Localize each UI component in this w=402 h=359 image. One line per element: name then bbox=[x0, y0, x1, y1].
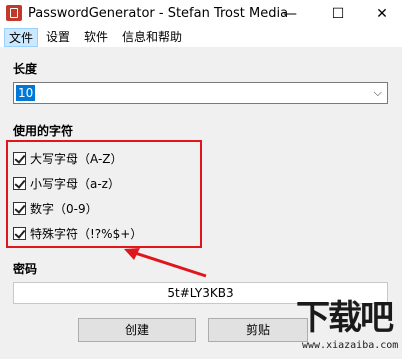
characters-label: 使用的字符 bbox=[13, 124, 74, 138]
watermark-main: 下载吧 bbox=[296, 298, 394, 338]
checkbox-label: 大写字母（A-Z） bbox=[30, 151, 123, 166]
password-label: 密码 bbox=[13, 262, 38, 276]
red-arrow-icon bbox=[124, 248, 207, 278]
checkbox-uppercase[interactable]: 大写字母（A-Z） bbox=[13, 149, 123, 167]
checkbox-label: 数字（0-9） bbox=[30, 201, 98, 216]
menu-settings[interactable]: 设置 bbox=[42, 28, 74, 47]
title-bar: PasswordGenerator - Stefan Trost Media —… bbox=[0, 0, 402, 28]
checkbox-checked-icon[interactable] bbox=[13, 201, 26, 215]
app-icon bbox=[6, 5, 22, 21]
menu-software[interactable]: 软件 bbox=[80, 28, 112, 47]
watermark-logo: 下载吧 www.xiazaiba.com bbox=[296, 298, 402, 359]
length-value: 10 bbox=[16, 85, 36, 101]
maximize-button[interactable]: ☐ bbox=[318, 0, 358, 28]
checkbox-checked-icon[interactable] bbox=[13, 176, 26, 190]
checkbox-checked-icon[interactable] bbox=[13, 226, 26, 240]
checkbox-lowercase[interactable]: 小写字母（a-z） bbox=[13, 174, 120, 192]
chevron-down-icon[interactable]: ⌵ bbox=[374, 86, 382, 100]
length-dropdown[interactable]: 10 ⌵ bbox=[13, 82, 388, 104]
menu-file[interactable]: 文件 bbox=[4, 28, 39, 47]
menu-info-help[interactable]: 信息和帮助 bbox=[118, 28, 186, 47]
create-button[interactable]: 创建 bbox=[78, 318, 196, 342]
menu-bar: 文件 设置 软件 信息和帮助 bbox=[0, 28, 402, 48]
checkbox-checked-icon[interactable] bbox=[13, 151, 26, 165]
close-button[interactable]: ✕ bbox=[362, 0, 402, 28]
checkbox-digits[interactable]: 数字（0-9） bbox=[13, 199, 98, 217]
checkbox-label: 特殊字符（!?%$+） bbox=[30, 226, 143, 241]
minimize-button[interactable]: — bbox=[270, 0, 310, 28]
checkbox-label: 小写字母（a-z） bbox=[30, 176, 120, 191]
window-title: PasswordGenerator - Stefan Trost Media bbox=[28, 6, 289, 21]
length-label: 长度 bbox=[13, 62, 38, 76]
checkbox-special[interactable]: 特殊字符（!?%$+） bbox=[13, 224, 142, 242]
watermark-url: www.xiazaiba.com bbox=[302, 340, 399, 351]
clipboard-button[interactable]: 剪贴 bbox=[208, 318, 308, 342]
